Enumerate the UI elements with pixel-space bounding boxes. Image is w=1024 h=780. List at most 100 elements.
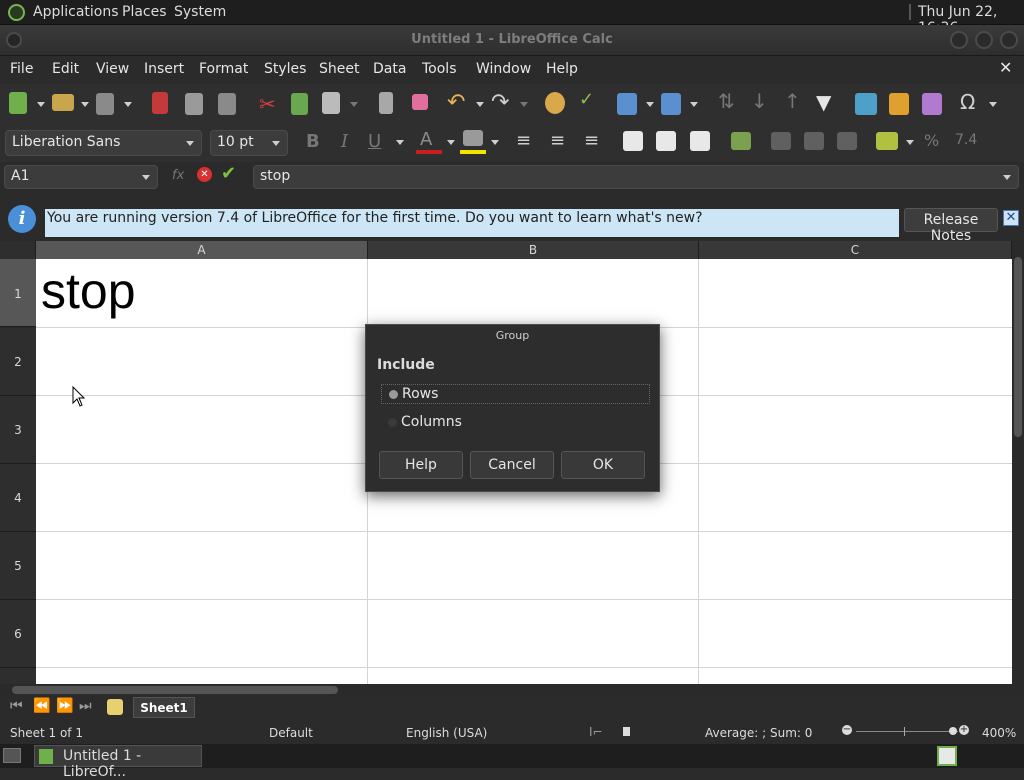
percent-format-icon[interactable]: % — [924, 131, 939, 150]
chevron-down-icon[interactable] — [989, 102, 997, 107]
window-titlebar[interactable]: Untitled 1 - LibreOffice Calc — [0, 25, 1024, 56]
menu-edit[interactable]: Edit — [52, 61, 79, 77]
sort-ascending-icon[interactable]: ↓ — [751, 89, 768, 113]
next-sheet-icon[interactable]: ⏩ — [56, 698, 73, 714]
highlight-icon[interactable] — [463, 130, 483, 146]
chevron-down-icon[interactable] — [906, 140, 914, 145]
row-header-6[interactable]: 6 — [0, 600, 36, 668]
align-top-icon[interactable] — [623, 131, 643, 151]
row-header-5[interactable]: 5 — [0, 532, 36, 600]
print-icon[interactable] — [185, 93, 203, 115]
chevron-down-icon[interactable] — [646, 102, 654, 107]
align-center-icon[interactable]: ≡ — [550, 130, 565, 151]
taskbar-item-calc[interactable]: Untitled 1 - LibreOf... — [34, 745, 202, 780]
zoom-slider-thumb[interactable] — [949, 727, 957, 735]
row-header-4[interactable]: 4 — [0, 464, 36, 532]
find-replace-icon[interactable] — [545, 92, 565, 114]
expand-formula-icon[interactable] — [1003, 175, 1011, 180]
chevron-down-icon[interactable] — [37, 102, 45, 107]
pivot-table-icon[interactable] — [922, 93, 942, 115]
name-box[interactable]: A1 — [4, 165, 158, 189]
bold-icon[interactable]: B — [306, 131, 320, 152]
chevron-down-icon[interactable] — [520, 102, 528, 107]
copy-icon[interactable] — [291, 93, 308, 115]
undo-icon[interactable]: ↶ — [447, 90, 465, 115]
add-sheet-icon[interactable] — [107, 699, 123, 715]
spelling-icon[interactable]: ✓ — [579, 89, 594, 110]
new-spreadsheet-icon[interactable] — [9, 92, 27, 114]
cell-a1[interactable]: stop — [41, 263, 136, 319]
column-icon[interactable] — [661, 93, 681, 115]
menu-help[interactable]: Help — [546, 61, 578, 77]
clear-formatting-icon[interactable] — [412, 94, 428, 110]
rows-radio[interactable] — [389, 390, 398, 399]
chevron-down-icon[interactable] — [124, 102, 132, 107]
columns-radio[interactable] — [388, 418, 397, 427]
select-all-corner[interactable] — [0, 241, 36, 259]
insert-image-icon[interactable] — [855, 93, 877, 115]
wrap-text-icon[interactable] — [731, 132, 751, 150]
function-wizard-icon[interactable]: fx — [172, 168, 184, 183]
menu-file[interactable]: File — [10, 61, 33, 77]
chevron-down-icon[interactable] — [476, 102, 484, 107]
align-left-icon[interactable]: ≡ — [516, 130, 531, 151]
menu-view[interactable]: View — [96, 61, 129, 77]
italic-icon[interactable]: I — [341, 131, 348, 152]
cancel-button[interactable]: Cancel — [470, 451, 554, 479]
menu-window[interactable]: Window — [476, 61, 531, 77]
align-middle-icon[interactable] — [656, 131, 676, 151]
row-header-3[interactable]: 3 — [0, 396, 36, 464]
workspace-switcher-icon[interactable] — [937, 746, 957, 766]
zoom-level[interactable]: 400% — [982, 726, 1016, 740]
sort-descending-icon[interactable]: ↑ — [784, 89, 801, 113]
align-right-icon[interactable]: ≡ — [584, 130, 599, 151]
column-header-b[interactable]: B — [368, 241, 699, 259]
menu-format[interactable]: Format — [199, 61, 248, 77]
unmerge-cells-icon[interactable] — [804, 132, 824, 150]
minimize-button[interactable] — [950, 31, 968, 49]
system-menu[interactable]: System — [174, 4, 226, 20]
chevron-down-icon[interactable] — [142, 175, 150, 180]
places-menu[interactable]: Places — [122, 4, 167, 20]
formula-input[interactable]: stop — [253, 165, 1019, 189]
rows-option[interactable]: Rows — [381, 384, 650, 404]
close-window-button[interactable] — [1000, 31, 1018, 49]
applications-menu[interactable]: Applications — [33, 4, 119, 20]
cancel-icon[interactable]: ✕ — [197, 167, 212, 182]
ok-button[interactable]: OK — [561, 451, 645, 479]
export-pdf-icon[interactable] — [152, 92, 168, 114]
currency-format-icon[interactable] — [876, 132, 898, 150]
print-preview-icon[interactable] — [218, 93, 236, 115]
font-color-icon[interactable]: A — [420, 129, 432, 150]
maximize-button[interactable] — [975, 31, 993, 49]
show-desktop-icon[interactable] — [3, 748, 21, 763]
chevron-down-icon[interactable] — [491, 140, 499, 145]
horizontal-scrollbar[interactable] — [0, 684, 1024, 696]
chevron-down-icon[interactable] — [350, 102, 358, 107]
clone-formatting-icon[interactable] — [379, 92, 393, 114]
redo-icon[interactable]: ↷ — [491, 90, 509, 115]
distro-logo-icon[interactable] — [8, 4, 25, 21]
sheet-tab-sheet1[interactable]: Sheet1 — [133, 697, 195, 718]
sort-icon[interactable]: ⇅ — [718, 89, 735, 113]
row-icon[interactable] — [617, 93, 637, 115]
font-name-box[interactable]: Liberation Sans — [5, 130, 202, 156]
chevron-down-icon[interactable] — [81, 102, 89, 107]
column-header-a[interactable]: A — [36, 241, 368, 259]
chevron-down-icon[interactable] — [186, 141, 194, 146]
chevron-down-icon[interactable] — [272, 141, 280, 146]
vertical-scrollbar[interactable] — [1012, 241, 1024, 684]
chevron-down-icon[interactable] — [396, 140, 404, 145]
selection-mode-icon[interactable]: I⌐ — [589, 725, 603, 739]
chevron-down-icon[interactable] — [690, 102, 698, 107]
release-notes-button[interactable]: Release Notes — [904, 208, 998, 244]
font-size-box[interactable]: 10 pt — [210, 130, 288, 156]
insert-chart-icon[interactable] — [889, 93, 909, 115]
autofilter-icon[interactable]: ▼ — [816, 90, 831, 114]
menu-data[interactable]: Data — [373, 61, 406, 77]
zoom-in-icon[interactable]: + — [959, 725, 969, 735]
paste-icon[interactable] — [322, 92, 340, 114]
merge-center-icon[interactable] — [837, 132, 857, 150]
page-style[interactable]: Default — [269, 726, 313, 740]
first-sheet-icon[interactable]: ⏮ — [10, 698, 23, 714]
